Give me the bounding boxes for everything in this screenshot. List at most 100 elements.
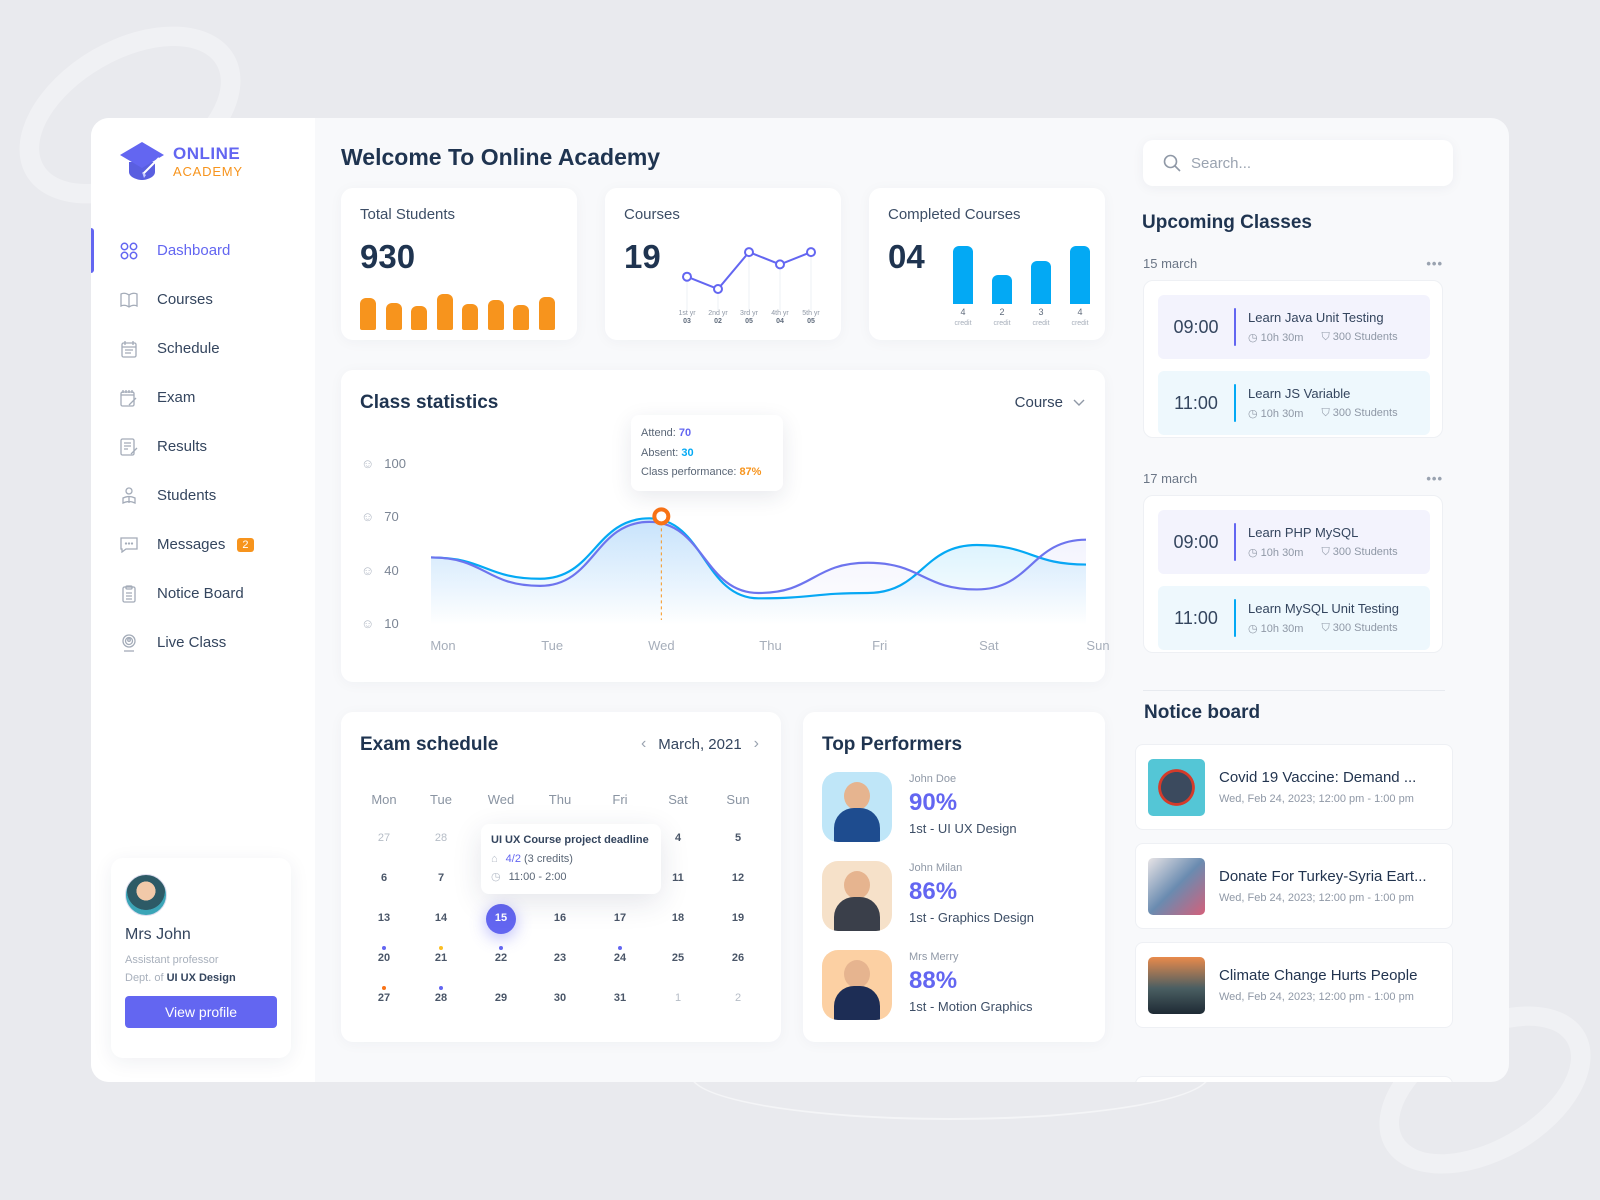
stat-title: Courses xyxy=(624,206,680,223)
profile-dept: Dept. of UI UX Design xyxy=(125,972,277,984)
notice-thumbnail xyxy=(1148,758,1205,816)
sidebar-item-live-class[interactable]: Live Class xyxy=(91,618,315,667)
calendar-day[interactable]: 18 xyxy=(658,912,698,924)
calendar-day[interactable]: 15 xyxy=(481,912,521,924)
calendar-day[interactable]: 1 xyxy=(658,992,698,1004)
sidebar-item-students[interactable]: Students xyxy=(91,471,315,520)
student-bar xyxy=(487,299,504,330)
class-item[interactable]: 09:00 Learn Java Unit Testing ◷ 10h 30m ⛉ 3… xyxy=(1158,295,1430,359)
calendar-day[interactable]: 23 xyxy=(540,952,580,964)
calendar-day[interactable]: 24 xyxy=(600,952,640,964)
grid-icon xyxy=(119,241,139,261)
notice-date: Wed, Feb 24, 2023; 12:00 pm - 1:00 pm xyxy=(1219,991,1414,1003)
profile-card: Mrs John Assistant professor Dept. of UI… xyxy=(111,858,291,1058)
sidebar-item-schedule[interactable]: Schedule xyxy=(91,324,315,373)
event-dot xyxy=(439,986,443,990)
chevron-left-icon[interactable]: ‹ xyxy=(641,735,646,753)
weekday-label: Mon xyxy=(371,792,397,807)
calendar-day[interactable]: 21 xyxy=(421,952,461,964)
calendar-day[interactable]: 20 xyxy=(364,952,404,964)
student-icon xyxy=(119,486,139,506)
sidebar-item-dashboard[interactable]: Dashboard xyxy=(91,226,315,275)
completed-bar-label: 3 credit xyxy=(1032,307,1050,327)
chevron-right-icon[interactable]: › xyxy=(754,735,759,753)
calendar-day[interactable]: 28 xyxy=(421,992,461,1004)
completed-bar xyxy=(1070,246,1090,304)
calendar-day[interactable]: 27 xyxy=(364,832,404,844)
highlight-point[interactable] xyxy=(652,507,671,526)
calendar-day[interactable]: 19 xyxy=(718,912,758,924)
calendar-day[interactable]: 22 xyxy=(481,952,521,964)
calendar-day[interactable]: 11 xyxy=(658,872,698,884)
notice-item[interactable] xyxy=(1135,1076,1453,1082)
notice-item[interactable]: Donate For Turkey-Syria Eart... Wed, Feb … xyxy=(1135,843,1453,929)
brand-subtitle: ACADEMY xyxy=(173,164,243,180)
sidebar-item-label: Live Class xyxy=(157,634,227,651)
calendar-day[interactable]: 16 xyxy=(540,912,580,924)
class-date: 17 march xyxy=(1143,471,1198,486)
courses-point xyxy=(775,259,785,270)
class-item[interactable]: 11:00 Learn JS Variable ◷ 10h 30m ⛉ 300 Stu… xyxy=(1158,371,1430,435)
notice-title: Covid 19 Vaccine: Demand ... xyxy=(1219,769,1417,786)
class-title: Learn Java Unit Testing xyxy=(1248,310,1384,325)
search-bar xyxy=(1143,140,1453,186)
performer-item[interactable]: John Doe 90% 1st - UI UX Design xyxy=(822,772,1017,842)
sidebar-item-messages[interactable]: Messages 2 xyxy=(91,520,315,569)
logo[interactable]: ONLINE ACADEMY xyxy=(119,140,243,184)
calendar-day[interactable]: 27 xyxy=(364,992,404,1004)
calendar-day[interactable]: 30 xyxy=(540,992,580,1004)
class-duration: ◷ 10h 30m xyxy=(1248,408,1304,420)
chart-tooltip: Attend: 70 Absent: 30 Class performance:… xyxy=(631,415,783,491)
more-options-icon[interactable]: ••• xyxy=(1426,256,1443,271)
sidebar-item-label: Results xyxy=(157,438,208,455)
calendar-day[interactable]: 14 xyxy=(421,912,461,924)
calendar-day[interactable]: 6 xyxy=(364,872,404,884)
section-title: Top Performers xyxy=(822,734,963,755)
x-axis-tick: Fri xyxy=(872,638,888,653)
avatar xyxy=(125,874,167,916)
notice-title: Donate For Turkey-Syria Eart... xyxy=(1219,868,1427,885)
performer-item[interactable]: Mrs Merry 88% 1st - Motion Graphics xyxy=(822,950,1033,1020)
sidebar-item-courses[interactable]: Courses xyxy=(91,275,315,324)
view-profile-button[interactable]: View profile xyxy=(125,996,277,1028)
x-axis-tick: Wed xyxy=(648,638,675,653)
calendar-day[interactable]: 17 xyxy=(600,912,640,924)
calendar-day[interactable]: 5 xyxy=(718,832,758,844)
notice-item[interactable]: Climate Change Hurts People Wed, Feb 24, … xyxy=(1135,942,1453,1028)
calendar-day[interactable]: 28 xyxy=(421,832,461,844)
calendar-day[interactable]: 13 xyxy=(364,912,404,924)
student-bar xyxy=(538,297,555,330)
clock-icon: ◷ xyxy=(491,871,501,883)
sidebar-item-notice-board[interactable]: Notice Board xyxy=(91,569,315,618)
search-input[interactable] xyxy=(1191,154,1411,172)
weekday-label: Sun xyxy=(726,792,750,807)
sidebar-item-label: Messages xyxy=(157,536,226,553)
calendar-day[interactable]: 25 xyxy=(658,952,698,964)
calendar-day[interactable]: 29 xyxy=(481,992,521,1004)
class-item[interactable]: 09:00 Learn PHP MySQL ◷ 10h 30m ⛉ 300 Stude… xyxy=(1158,510,1430,574)
class-date-row: 17 march ••• xyxy=(1143,471,1443,486)
sidebar-item-label: Courses xyxy=(157,291,213,308)
class-time: 11:00 xyxy=(1174,392,1218,413)
courses-axis-label: 2nd yr 02 xyxy=(708,310,728,325)
performer-item[interactable]: John Milan 86% 1st - Graphics Design xyxy=(822,861,1034,931)
calendar-day[interactable]: 2 xyxy=(718,992,758,1004)
calendar-day[interactable]: 12 xyxy=(718,872,758,884)
calendar-day[interactable]: 26 xyxy=(718,952,758,964)
notice-board-title: Notice board xyxy=(1144,702,1261,723)
notice-item[interactable]: Covid 19 Vaccine: Demand ... Wed, Feb 24,… xyxy=(1135,744,1453,830)
stat-title: Total Students xyxy=(360,206,456,223)
calendar-day[interactable]: 7 xyxy=(421,872,461,884)
performer-course: 1st - Motion Graphics xyxy=(909,999,1033,1014)
performer-score: 86% xyxy=(909,878,958,905)
calendar-day[interactable]: 4 xyxy=(658,832,698,844)
calendar-day[interactable]: 31 xyxy=(600,992,640,1004)
sidebar-item-results[interactable]: Results xyxy=(91,422,315,471)
courses-point xyxy=(713,284,723,294)
notice-thumbnail xyxy=(1148,956,1205,1014)
class-item[interactable]: 11:00 Learn MySQL Unit Testing ◷ 10h 30m ⛉ … xyxy=(1158,586,1430,650)
courses-point xyxy=(744,247,754,258)
more-options-icon[interactable]: ••• xyxy=(1426,471,1443,486)
divider xyxy=(1143,690,1445,691)
sidebar-item-exam[interactable]: Exam xyxy=(91,373,315,422)
